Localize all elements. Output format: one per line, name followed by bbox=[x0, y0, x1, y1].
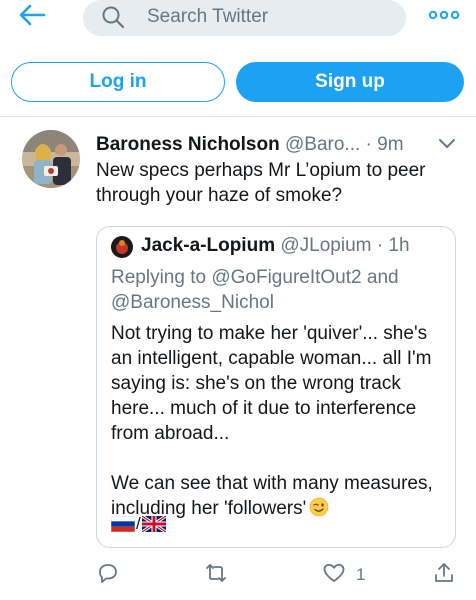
back-arrow-icon[interactable] bbox=[18, 4, 46, 26]
chevron-down-icon[interactable] bbox=[437, 136, 457, 152]
search-icon bbox=[101, 5, 125, 29]
reply-button[interactable] bbox=[96, 562, 120, 588]
login-button[interactable]: Log in bbox=[11, 62, 225, 102]
reply-icon bbox=[96, 561, 120, 590]
quoted-author-handle: @JLopium bbox=[280, 235, 372, 256]
signup-button[interactable]: Sign up bbox=[236, 62, 464, 102]
uk-flag-icon bbox=[140, 514, 167, 534]
search-placeholder: Search Twitter bbox=[147, 6, 269, 27]
russia-flag-icon bbox=[110, 515, 136, 533]
tweet-header: Baroness Nicholson @Baro... · 9m bbox=[96, 134, 404, 156]
retweet-button[interactable] bbox=[204, 562, 228, 588]
tweet-actions: 1 bbox=[0, 562, 476, 592]
winking-face-icon bbox=[309, 497, 329, 517]
share-icon bbox=[432, 561, 456, 590]
like-button[interactable]: 1 bbox=[322, 562, 365, 588]
author-name[interactable]: Baroness Nicholson bbox=[96, 134, 280, 155]
quoted-author-name: Jack-a-Lopium bbox=[141, 235, 276, 256]
quoted-text-paragraph: We can see that with many measures, incl… bbox=[111, 473, 433, 519]
search-input[interactable]: Search Twitter bbox=[83, 0, 406, 36]
tweet-time[interactable]: · 9m bbox=[366, 134, 404, 155]
quoted-avatar bbox=[111, 236, 133, 258]
retweet-icon bbox=[204, 561, 228, 590]
quoted-time: · 1h bbox=[376, 235, 410, 256]
tweet-text: New specs perhaps Mr L’opium to peer thr… bbox=[96, 160, 426, 206]
replying-to: Replying to @GoFigureItOut2 and @Barones… bbox=[111, 265, 441, 315]
divider bbox=[0, 116, 476, 117]
heart-icon bbox=[322, 561, 346, 590]
top-bar: Search Twitter bbox=[0, 0, 476, 46]
quoted-text-paragraph: Not trying to make her 'quiver'... she's… bbox=[111, 323, 432, 444]
reply-handle-link[interactable]: @GoFigureItOut2 bbox=[211, 267, 361, 288]
author-handle[interactable]: @Baro... bbox=[285, 134, 360, 155]
auth-buttons: Log in Sign up bbox=[0, 62, 476, 102]
flags: / bbox=[110, 514, 167, 534]
quoted-header: Jack-a-Lopium @JLopium · 1h bbox=[141, 235, 410, 257]
reply-handle-link[interactable]: @Baroness_Nichol bbox=[111, 292, 274, 313]
reply-and-label: and bbox=[366, 267, 399, 288]
replying-to-label: Replying to bbox=[111, 267, 207, 288]
quoted-tweet[interactable]: Jack-a-Lopium @JLopium · 1h Replying to … bbox=[96, 226, 456, 548]
share-button[interactable] bbox=[432, 562, 456, 588]
like-count: 1 bbox=[356, 565, 366, 584]
quoted-text: Not trying to make her 'quiver'... she's… bbox=[111, 321, 447, 521]
flag-separator: / bbox=[136, 514, 141, 533]
avatar[interactable] bbox=[22, 130, 80, 188]
more-options-icon[interactable] bbox=[427, 7, 461, 23]
